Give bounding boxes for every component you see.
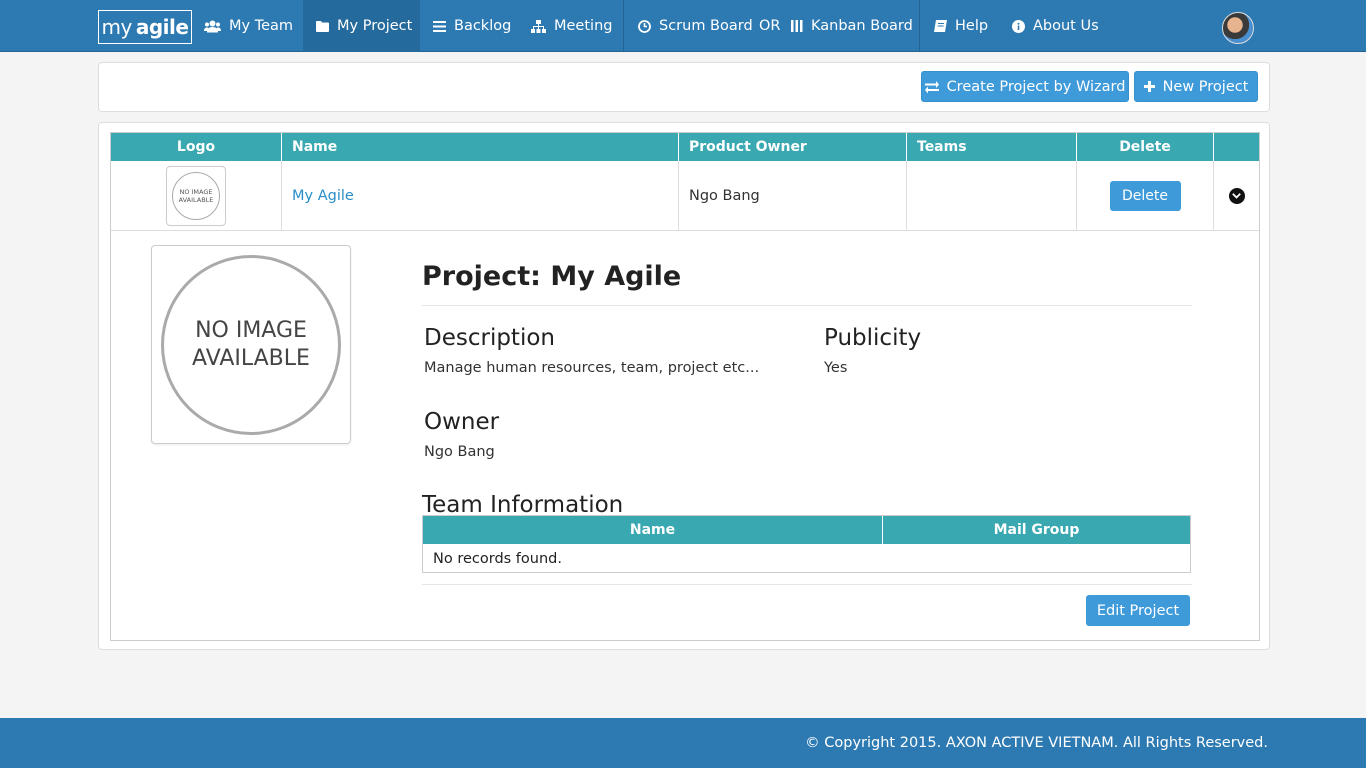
nav-my-team-label: My Team (229, 18, 294, 34)
column-header-logo: Logo (111, 133, 282, 161)
publicity-label: Publicity (824, 325, 922, 351)
copyright-text: © Copyright 2015. AXON ACTIVE VIETNAM. A… (805, 735, 1268, 751)
delete-button[interactable]: Delete (1109, 180, 1181, 211)
nav-about-us[interactable]: About Us (1012, 0, 1099, 52)
teams-cell (907, 161, 1077, 230)
team-table: Name Mail Group No records found. (422, 515, 1191, 573)
project-name-link[interactable]: My Agile (292, 188, 354, 204)
nav-meeting-label: Meeting (554, 18, 613, 34)
table-header: Logo Name Product Owner Teams Delete (111, 133, 1259, 161)
description-value: Manage human resources, team, project et… (424, 360, 760, 376)
no-records-message: No records found. (433, 551, 562, 567)
page-footer: © Copyright 2015. AXON ACTIVE VIETNAM. A… (0, 718, 1366, 768)
team-column-mail-group: Mail Group (993, 522, 1080, 538)
column-header-delete: Delete (1077, 133, 1214, 161)
logo-cell: NO IMAGE AVAILABLE (111, 161, 282, 230)
book-icon (934, 20, 947, 32)
project-image: NO IMAGE AVAILABLE (151, 245, 351, 444)
expand-cell (1214, 161, 1259, 230)
nav-about-us-label: About Us (1033, 18, 1099, 34)
plus-icon (1143, 81, 1155, 92)
column-header-teams: Teams (907, 133, 1077, 161)
project-logo-thumbnail: NO IMAGE AVAILABLE (166, 165, 226, 226)
description-label: Description (424, 325, 555, 351)
table-row: NO IMAGE AVAILABLE My Agile Ngo Bang Del… (111, 161, 1259, 231)
brand-logo[interactable]: my agile (98, 10, 192, 44)
new-project-button[interactable]: New Project (1134, 71, 1258, 102)
info-circle-icon (1012, 19, 1025, 33)
product-owner-value: Ngo Bang (689, 187, 760, 204)
action-toolbar: Create Project by Wizard New Project (98, 62, 1270, 112)
team-table-header: Name Mail Group (423, 516, 1190, 544)
nav-kanban-board-label: Kanban Board (811, 18, 913, 34)
owner-value: Ngo Bang (424, 444, 495, 460)
delete-cell: Delete (1077, 161, 1214, 230)
nav-help[interactable]: Help (934, 0, 988, 52)
list-icon (433, 20, 446, 32)
project-title: Project: My Agile (422, 261, 682, 292)
column-header-product-owner: Product Owner (679, 133, 907, 161)
nav-my-project[interactable]: My Project (303, 0, 420, 52)
new-project-label: New Project (1162, 78, 1249, 95)
folder-icon (316, 20, 329, 32)
projects-table: Logo Name Product Owner Teams Delete NO … (110, 132, 1260, 641)
sitemap-icon (531, 19, 546, 33)
nav-divider (919, 0, 920, 52)
nav-backlog[interactable]: Backlog (433, 0, 511, 52)
nav-scrum-board-label: Scrum Board (659, 18, 753, 34)
no-image-placeholder: NO IMAGE AVAILABLE (172, 171, 220, 220)
team-column-name: Name (423, 516, 883, 544)
edit-project-button[interactable]: Edit Project (1086, 595, 1190, 626)
divider (422, 305, 1192, 306)
top-navbar: my agile My Team My Project Backlog Meeti… (0, 0, 1366, 52)
nav-backlog-label: Backlog (454, 18, 512, 34)
column-header-name: Name (282, 133, 679, 161)
exchange-icon (924, 80, 939, 93)
create-project-wizard-button[interactable]: Create Project by Wizard (921, 71, 1129, 102)
nav-kanban-board[interactable]: Kanban Board (791, 0, 913, 52)
nav-scrum-board[interactable]: Scrum Board (638, 0, 753, 52)
clock-icon (638, 19, 651, 33)
no-image-placeholder-large: NO IMAGE AVAILABLE (161, 254, 341, 435)
user-avatar[interactable] (1222, 12, 1254, 44)
brand-my: my (101, 15, 133, 39)
divider (422, 584, 1192, 585)
publicity-value: Yes (824, 360, 848, 376)
projects-panel: Logo Name Product Owner Teams Delete NO … (98, 122, 1270, 650)
users-icon (204, 20, 221, 33)
nav-my-team[interactable]: My Team (204, 0, 293, 52)
nav-help-label: Help (955, 18, 989, 34)
create-project-wizard-label: Create Project by Wizard (946, 78, 1126, 95)
name-cell: My Agile (282, 161, 679, 230)
nav-my-project-label: My Project (337, 18, 413, 34)
nav-or-text: OR (759, 0, 781, 52)
nav-or-label: OR (759, 18, 781, 34)
brand-agile: agile (135, 15, 189, 39)
chevron-down-icon[interactable] (1228, 187, 1245, 204)
nav-divider (623, 0, 624, 52)
columns-icon (791, 20, 803, 32)
product-owner-cell: Ngo Bang (679, 161, 907, 230)
nav-meeting[interactable]: Meeting (531, 0, 612, 52)
owner-label: Owner (424, 409, 500, 435)
